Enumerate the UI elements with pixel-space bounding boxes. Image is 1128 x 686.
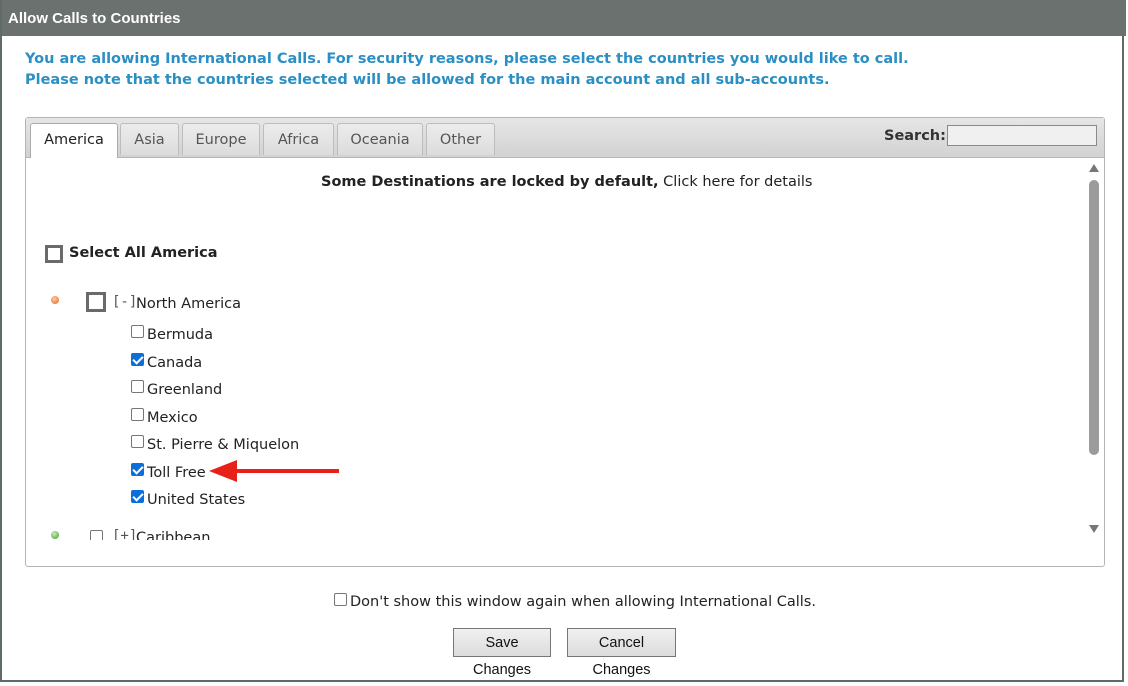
group-row-caribbean: [+] Caribbean (26, 518, 1086, 540)
locked-destinations-notice: Some Destinations are locked by default,… (321, 174, 812, 190)
country-selection-panel: America Asia Europe Africa Oceania Other… (25, 117, 1105, 567)
group-checkbox-caribbean[interactable] (90, 530, 103, 540)
security-notice-line-1: You are allowing International Calls. Fo… (25, 51, 909, 67)
search-input[interactable] (947, 125, 1097, 146)
group-checkbox-north-america[interactable] (86, 292, 106, 312)
country-checkbox-united-states[interactable] (131, 490, 144, 503)
country-checkbox-mexico[interactable] (131, 408, 144, 421)
expand-icon[interactable] (51, 531, 59, 539)
tab-america[interactable]: America (30, 123, 118, 158)
group-toggle-caribbean[interactable]: [+] (112, 528, 137, 540)
country-checkbox-bermuda[interactable] (131, 325, 144, 338)
group-label-north-america: North America (136, 296, 241, 312)
save-changes-button[interactable]: Save Changes (453, 628, 551, 678)
security-notice-line-2: Please note that the countries selected … (25, 72, 830, 88)
country-label-canada: Canada (147, 355, 203, 371)
tab-other[interactable]: Other (426, 123, 495, 155)
locked-details-link[interactable]: Click here for details (663, 174, 812, 190)
group-label-caribbean: Caribbean (136, 530, 211, 540)
scroll-up-arrow-icon[interactable] (1089, 164, 1099, 172)
region-tab-bar: America Asia Europe Africa Oceania Other… (26, 118, 1104, 158)
dont-show-again-label: Don't show this window again when allowi… (350, 594, 816, 610)
dont-show-again-checkbox[interactable] (334, 593, 347, 606)
tab-europe[interactable]: Europe (182, 123, 260, 155)
red-arrow-icon (209, 460, 339, 482)
country-label-mexico: Mexico (147, 410, 198, 426)
select-all-label: Select All America (69, 245, 218, 261)
allow-calls-dialog: Allow Calls to Countries You are allowin… (0, 0, 1126, 682)
country-checkbox-st-pierre-miquelon[interactable] (131, 435, 144, 448)
collapse-icon[interactable] (51, 296, 59, 304)
country-checkbox-canada[interactable] (131, 353, 144, 366)
country-label-united-states: United States (147, 492, 246, 508)
dialog-title: Allow Calls to Countries (8, 10, 181, 27)
tab-asia[interactable]: Asia (120, 123, 179, 155)
country-label-st-pierre-miquelon: St. Pierre & Miquelon (147, 437, 300, 453)
scroll-down-arrow-icon[interactable] (1089, 525, 1099, 533)
tab-africa[interactable]: Africa (263, 123, 334, 155)
country-checkbox-greenland[interactable] (131, 380, 144, 393)
country-label-bermuda: Bermuda (147, 327, 213, 343)
country-label-greenland: Greenland (147, 382, 223, 398)
group-toggle-north-america[interactable]: [-] (112, 294, 137, 310)
cancel-changes-button[interactable]: Cancel Changes (567, 628, 676, 678)
select-all-checkbox[interactable] (45, 245, 63, 263)
search-label: Search: (884, 128, 946, 144)
scrollbar-thumb[interactable] (1089, 180, 1099, 455)
tab-oceania[interactable]: Oceania (337, 123, 423, 155)
country-checkbox-toll-free[interactable] (131, 463, 144, 476)
country-label-toll-free: Toll Free (147, 465, 206, 481)
dialog-title-bar[interactable]: Allow Calls to Countries (2, 0, 1126, 36)
locked-notice-text: Some Destinations are locked by default, (321, 174, 659, 190)
